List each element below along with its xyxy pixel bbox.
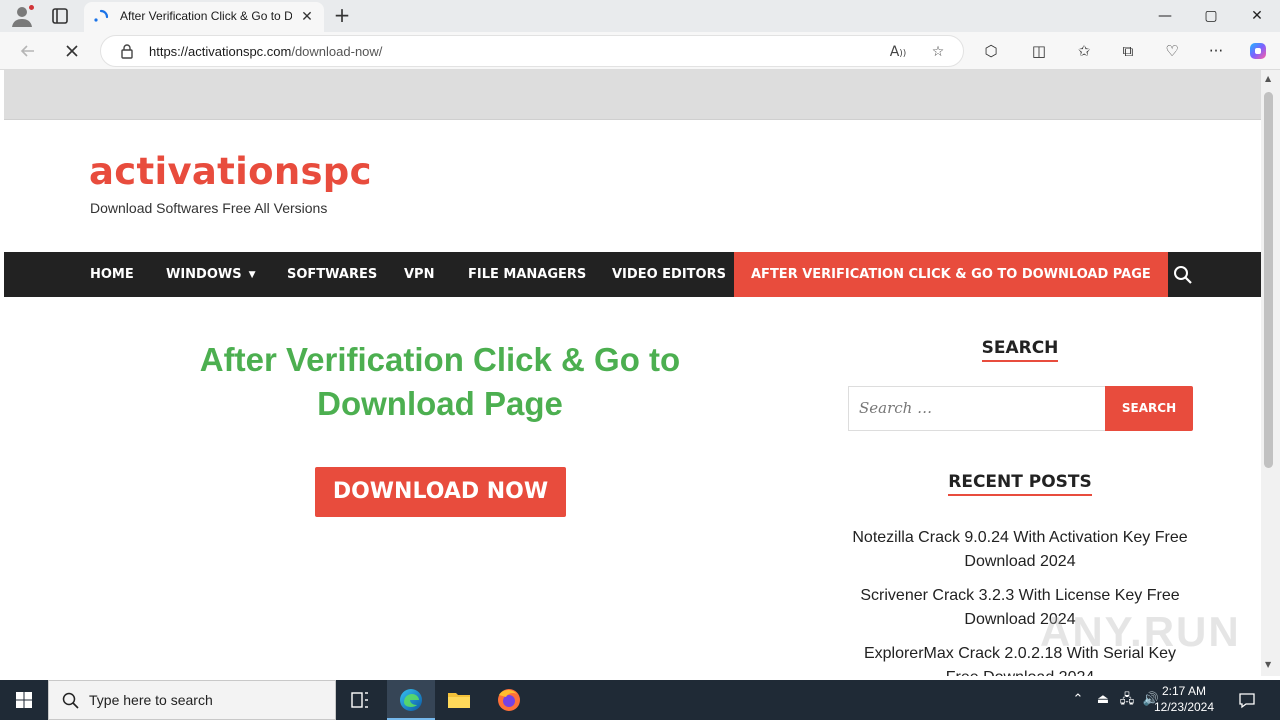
- close-window-button[interactable]: ✕: [1234, 0, 1280, 32]
- maximize-button[interactable]: ▢: [1188, 0, 1234, 32]
- nav-windows[interactable]: WINDOWS ▼: [166, 252, 256, 297]
- browser-toolbar: https://activationspc.com/download-now/ …: [0, 32, 1280, 70]
- main-navigation: HOME WINDOWS ▼ SOFTWARES VPN FILE MANAGER…: [4, 252, 1261, 297]
- site-title-link[interactable]: activationspc: [89, 150, 372, 193]
- split-screen-icon[interactable]: ◫: [1025, 38, 1053, 64]
- nav-video-editors[interactable]: VIDEO EDITORS: [612, 252, 726, 297]
- new-tab-button[interactable]: +: [330, 4, 354, 28]
- page-scrollbar[interactable]: ▲ ▼: [1261, 70, 1280, 676]
- lock-icon[interactable]: [119, 43, 135, 59]
- tab-close-icon[interactable]: ✕: [298, 8, 316, 26]
- search-widget-title-text: SEARCH: [981, 338, 1059, 362]
- nav-vpn[interactable]: VPN: [404, 252, 434, 297]
- favorite-star-icon[interactable]: ☆: [927, 41, 949, 63]
- recent-posts-title-text: RECENT POSTS: [948, 472, 1092, 496]
- firefox-icon[interactable]: [485, 680, 533, 720]
- scroll-down-arrow-icon[interactable]: ▼: [1265, 660, 1271, 669]
- back-arrow-icon[interactable]: [14, 38, 42, 64]
- usb-device-icon[interactable]: ⏏: [1093, 690, 1113, 710]
- taskbar-clock[interactable]: 2:17 AM 12/23/2024: [1144, 683, 1224, 715]
- clock-date: 12/23/2024: [1153, 700, 1215, 714]
- browser-tab-active[interactable]: After Verification Click & Go to Downloa…: [84, 2, 324, 32]
- read-aloud-icon[interactable]: A)): [887, 41, 909, 63]
- network-icon[interactable]: 🖧: [1117, 690, 1137, 710]
- task-view-icon[interactable]: [336, 680, 384, 720]
- url-host: https://activationspc.com: [149, 44, 292, 59]
- browser-titlebar: After Verification Click & Go to Downloa…: [0, 0, 1280, 32]
- nav-file-managers[interactable]: FILE MANAGERS: [468, 252, 586, 297]
- chevron-up-icon[interactable]: ⌃: [1068, 690, 1088, 710]
- address-bar[interactable]: https://activationspc.com/download-now/ …: [100, 35, 964, 67]
- chevron-down-icon: ▼: [248, 270, 256, 280]
- scroll-up-arrow-icon[interactable]: ▲: [1265, 74, 1271, 83]
- download-now-button[interactable]: DOWNLOAD NOW: [315, 467, 566, 517]
- notifications-icon[interactable]: [1237, 690, 1257, 710]
- taskbar-search-placeholder: Type here to search: [89, 692, 213, 708]
- recent-posts-title: RECENT POSTS: [848, 472, 1192, 496]
- search-widget-title: SEARCH: [848, 338, 1192, 362]
- loading-spinner-icon: [93, 9, 109, 25]
- post-title: After Verification Click & Go to Downloa…: [199, 341, 681, 422]
- nav-softwares[interactable]: SOFTWARES: [287, 252, 377, 297]
- windows-taskbar: Type here to search ⌃ ⏏ 🖧 🔊 2:17 AM 12/2…: [0, 680, 1280, 720]
- watermark-logo: ANY.RUN: [1040, 608, 1241, 655]
- search-input[interactable]: Search …: [848, 386, 1106, 431]
- nav-windows-label: WINDOWS: [166, 267, 242, 282]
- tab-actions-icon[interactable]: [48, 4, 72, 28]
- ad-banner-area: [4, 70, 1261, 119]
- url-text: https://activationspc.com/download-now/: [149, 44, 382, 59]
- file-explorer-icon[interactable]: [435, 680, 483, 720]
- site-header: activationspc Download Softwares Free Al…: [4, 119, 1261, 252]
- minimize-button[interactable]: —: [1142, 0, 1188, 32]
- extensions-icon[interactable]: ⬡: [977, 38, 1005, 64]
- search-icon[interactable]: [1172, 264, 1194, 286]
- nav-home[interactable]: HOME: [90, 252, 134, 297]
- search-icon: [62, 692, 79, 709]
- browser-essentials-icon[interactable]: ♡: [1158, 38, 1186, 64]
- more-options-icon[interactable]: ···: [1202, 38, 1230, 64]
- search-button[interactable]: SEARCH: [1105, 386, 1193, 431]
- favorites-icon[interactable]: ✩: [1070, 38, 1098, 64]
- taskbar-search-box[interactable]: Type here to search: [48, 680, 336, 720]
- site-tagline: Download Softwares Free All Versions: [90, 200, 328, 216]
- edge-taskbar-icon[interactable]: [387, 680, 435, 720]
- notification-dot: [28, 4, 35, 11]
- clock-time: 2:17 AM: [1161, 684, 1207, 698]
- start-button[interactable]: [0, 680, 48, 720]
- stop-loading-icon[interactable]: [58, 38, 86, 64]
- collections-icon[interactable]: ⧉: [1114, 38, 1142, 64]
- nav-download-page[interactable]: AFTER VERIFICATION CLICK & GO TO DOWNLOA…: [734, 252, 1168, 297]
- web-content: activationspc Download Softwares Free Al…: [4, 70, 1261, 676]
- scrollbar-thumb[interactable]: [1264, 92, 1273, 468]
- tab-title: After Verification Click & Go to Downloa…: [120, 9, 292, 23]
- copilot-icon[interactable]: [1244, 38, 1272, 64]
- profile-icon[interactable]: [10, 4, 35, 28]
- recent-post-link[interactable]: Notezilla Crack 9.0.24 With Activation K…: [848, 526, 1192, 574]
- url-path: /download-now/: [291, 44, 383, 59]
